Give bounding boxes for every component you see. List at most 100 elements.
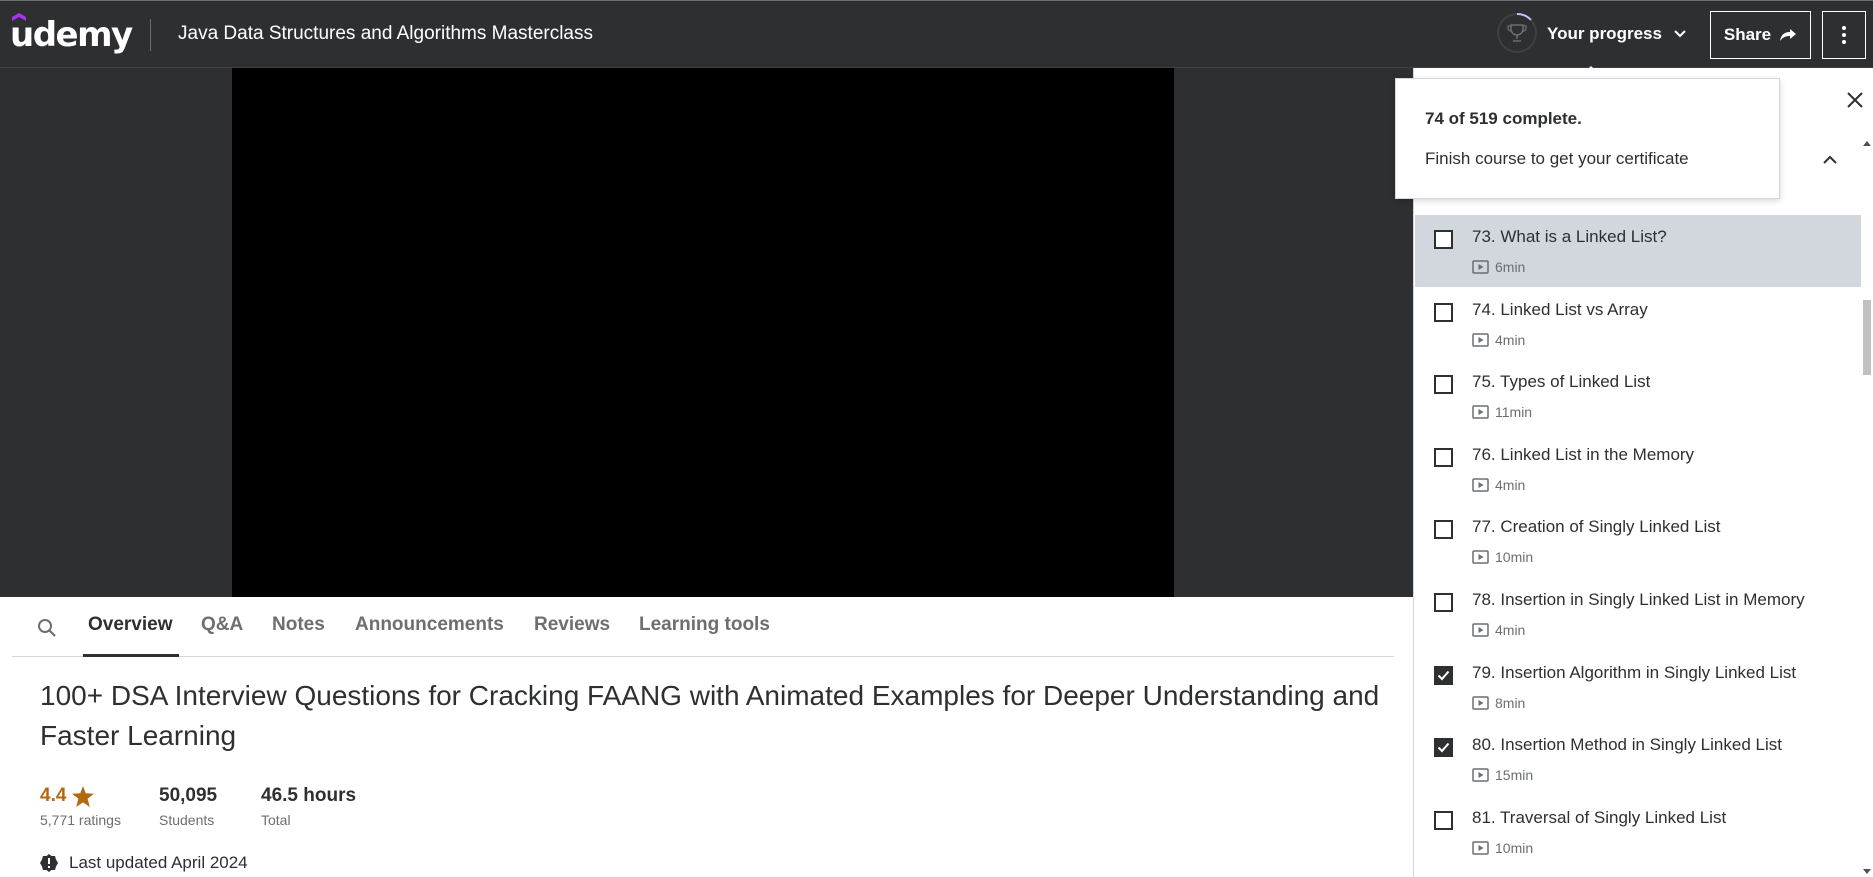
sidebar-scrollbar[interactable] — [1861, 140, 1873, 877]
lecture-duration: 8min — [1495, 695, 1526, 711]
scroll-down-arrow-icon[interactable] — [1863, 869, 1871, 875]
tab-qa[interactable]: Q&A — [201, 614, 243, 636]
lecture-title: 75. Types of Linked List — [1472, 372, 1651, 391]
lecture-meta: 15min — [1472, 767, 1533, 783]
lecture-title: 77. Creation of Singly Linked List — [1472, 517, 1721, 536]
your-progress-button[interactable]: Your progress — [1547, 24, 1686, 44]
alert-icon — [40, 854, 58, 872]
lecture-item[interactable]: 73. What is a Linked List? 6min — [1415, 215, 1861, 287]
lecture-title: 76. Linked List in the Memory — [1472, 445, 1695, 464]
rating-count: 5,771 ratings — [40, 812, 121, 828]
lecture-checkbox[interactable] — [1434, 811, 1453, 830]
lecture-duration: 10min — [1495, 840, 1534, 856]
lecture-item[interactable]: 77. Creation of Singly Linked List 10min — [1415, 505, 1861, 577]
lecture-item[interactable]: 80. Insertion Method in Singly Linked Li… — [1415, 723, 1861, 795]
last-updated-text: Last updated April 2024 — [69, 853, 248, 872]
rating-value: 4.4 — [40, 785, 67, 806]
search-icon[interactable] — [36, 617, 58, 639]
lecture-item[interactable]: 79. Insertion Algorithm in Singly Linked… — [1415, 651, 1861, 723]
tab-notes[interactable]: Notes — [272, 614, 325, 636]
students-label: Students — [159, 812, 215, 828]
course-title[interactable]: Java Data Structures and Algorithms Mast… — [178, 23, 593, 45]
tab-announcements[interactable]: Announcements — [355, 614, 504, 636]
video-play-icon — [1472, 333, 1489, 347]
video-play-icon — [1472, 405, 1489, 419]
lecture-item[interactable]: 76. Linked List in the Memory 4min — [1415, 433, 1861, 505]
lecture-checkbox[interactable] — [1434, 593, 1453, 612]
lecture-duration: 4min — [1495, 622, 1526, 638]
logo-hat-icon — [12, 13, 26, 21]
students-value: 50,095 — [159, 785, 218, 806]
students-stat: 50,095 Students — [159, 785, 217, 828]
progress-popover-title: 74 of 519 complete. — [1425, 109, 1582, 128]
video-play-icon — [1472, 696, 1489, 710]
video-area — [0, 68, 1413, 597]
hours-value: 46.5 hours — [261, 785, 357, 806]
lecture-duration: 4min — [1495, 477, 1526, 493]
rating-value-row: 4.4 — [40, 785, 121, 807]
lecture-checkbox[interactable] — [1434, 303, 1453, 322]
close-icon[interactable] — [1843, 88, 1867, 112]
more-options-button[interactable] — [1822, 11, 1866, 59]
video-player[interactable] — [232, 68, 1174, 597]
scroll-thumb[interactable] — [1863, 300, 1871, 375]
lecture-checkbox[interactable] — [1434, 375, 1453, 394]
lecture-meta: 10min — [1472, 549, 1533, 565]
lecture-duration: 11min — [1495, 404, 1533, 420]
lecture-meta: 10min — [1472, 840, 1533, 856]
progress-popover: 74 of 519 complete. Finish course to get… — [1395, 78, 1780, 199]
lecture-checkbox[interactable] — [1434, 448, 1453, 467]
lecture-title: 73. What is a Linked List? — [1472, 227, 1667, 246]
lecture-item[interactable]: 81. Traversal of Singly Linked List 10min — [1415, 796, 1861, 868]
lecture-duration: 15min — [1495, 767, 1534, 783]
course-header: udemy Java Data Structures and Algorithm… — [0, 0, 1873, 68]
lecture-item[interactable]: 75. Types of Linked List 11min — [1415, 360, 1861, 432]
lecture-checkbox[interactable] — [1434, 520, 1453, 539]
scroll-up-arrow-icon[interactable] — [1863, 140, 1871, 146]
lecture-title: 78. Insertion in Singly Linked List in M… — [1472, 590, 1805, 609]
share-label: Share — [1723, 25, 1772, 44]
tab-reviews[interactable]: Reviews — [534, 614, 610, 636]
lecture-duration: 6min — [1495, 259, 1526, 275]
lecture-meta: 6min — [1472, 259, 1525, 275]
checkmark-icon — [1437, 670, 1450, 681]
trophy-progress-icon[interactable] — [1496, 12, 1538, 54]
lecture-title: 81. Traversal of Singly Linked List — [1472, 808, 1727, 827]
udemy-logo[interactable]: udemy — [10, 13, 133, 57]
lecture-meta: 4min — [1472, 477, 1525, 493]
lecture-checkbox[interactable] — [1434, 230, 1453, 249]
tab-overview[interactable]: Overview — [88, 614, 173, 636]
lecture-checkbox[interactable] — [1434, 666, 1453, 685]
your-progress-label: Your progress — [1547, 24, 1662, 43]
lecture-meta: 4min — [1472, 622, 1525, 638]
progress-popover-text: Finish course to get your certificate — [1425, 149, 1689, 168]
chevron-up-icon[interactable] — [1820, 150, 1840, 170]
lecture-meta: 11min — [1472, 404, 1532, 420]
lecture-item[interactable]: 74. Linked List vs Array 4min — [1415, 288, 1861, 360]
header-divider — [150, 19, 151, 51]
lecture-title: 80. Insertion Method in Singly Linked Li… — [1472, 735, 1782, 754]
video-play-icon — [1472, 478, 1489, 492]
lecture-item[interactable]: 78. Insertion in Singly Linked List in M… — [1415, 578, 1861, 650]
lecture-meta: 4min — [1472, 332, 1525, 348]
lecture-duration: 4min — [1495, 332, 1526, 348]
video-play-icon — [1472, 550, 1489, 564]
more-vertical-icon — [1842, 26, 1846, 44]
course-tabs: Overview Q&A Notes Announcements Reviews… — [12, 597, 1394, 657]
video-play-icon — [1472, 768, 1489, 782]
tab-learning-tools[interactable]: Learning tools — [639, 614, 770, 636]
share-button[interactable]: Share — [1710, 11, 1811, 59]
last-updated: Last updated April 2024 — [40, 853, 248, 873]
course-overview-heading: 100+ DSA Interview Questions for Crackin… — [40, 680, 1380, 751]
video-play-icon — [1472, 841, 1489, 855]
lecture-title: 74. Linked List vs Array — [1472, 300, 1648, 319]
lecture-meta: 8min — [1472, 695, 1525, 711]
video-play-icon — [1472, 260, 1489, 274]
share-arrow-icon — [1780, 29, 1797, 41]
lecture-checkbox[interactable] — [1434, 738, 1453, 757]
video-play-icon — [1472, 623, 1489, 637]
logo-text: udemy — [10, 15, 133, 55]
lecture-title: 79. Insertion Algorithm in Singly Linked… — [1472, 663, 1797, 682]
hours-stat: 46.5 hours Total — [261, 785, 356, 828]
chevron-down-icon — [1674, 30, 1686, 38]
